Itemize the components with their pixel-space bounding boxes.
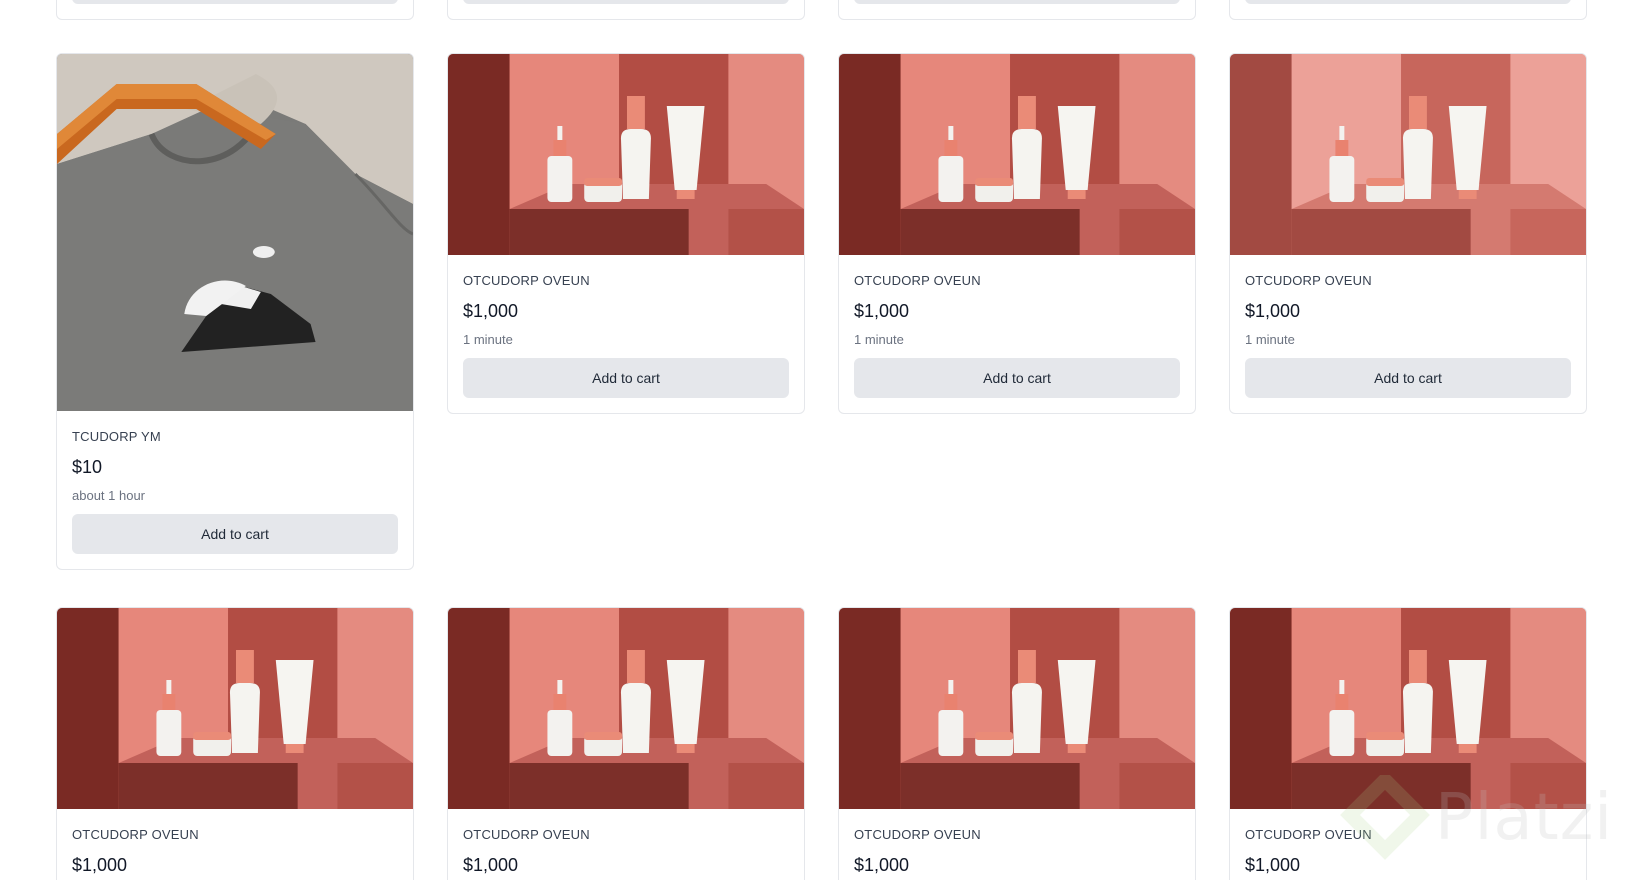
- tshirt-image: [57, 54, 413, 411]
- cosmetics-image: [448, 608, 804, 809]
- add-to-cart-button[interactable]: Add to cart: [1245, 358, 1571, 398]
- add-to-cart-button[interactable]: [463, 0, 789, 4]
- product-price: $1,000: [1245, 301, 1301, 321]
- product-price: $1,000: [463, 855, 519, 875]
- product-name: OTCUDORP OVEUN: [1245, 273, 1372, 288]
- product-image[interactable]: [1230, 54, 1586, 255]
- cosmetics-image: [1230, 54, 1586, 255]
- product-image[interactable]: [57, 54, 413, 411]
- product-time: 1 minute: [1245, 332, 1295, 347]
- add-to-cart-button[interactable]: [72, 0, 398, 4]
- product-time: 1 minute: [463, 332, 513, 347]
- product-price: $1,000: [854, 855, 910, 875]
- product-card[interactable]: OTCUDORP OVEUN $1,000 1 minute Add to ca…: [447, 53, 805, 414]
- product-name: OTCUDORP OVEUN: [72, 827, 199, 842]
- product-price: $1,000: [463, 301, 519, 321]
- product-name: OTCUDORP OVEUN: [854, 273, 981, 288]
- product-name: OTCUDORP OVEUN: [1245, 827, 1372, 842]
- product-image[interactable]: [1230, 608, 1586, 809]
- cosmetics-image: [839, 608, 1195, 809]
- product-time: 1 minute: [854, 332, 904, 347]
- product-price: $10: [72, 457, 103, 477]
- product-image[interactable]: [57, 608, 413, 809]
- product-card[interactable]: OTCUDORP OVEUN $1,000: [447, 607, 805, 880]
- product-card[interactable]: OTCUDORP OVEUN $1,000 1 minute Add to ca…: [838, 53, 1196, 414]
- product-card[interactable]: TCUDORP YM $10 about 1 hour Add to cart: [56, 53, 414, 570]
- product-image[interactable]: [448, 54, 804, 255]
- cosmetics-image: [839, 54, 1195, 255]
- product-image[interactable]: [839, 54, 1195, 255]
- product-time: about 1 hour: [72, 488, 146, 503]
- add-to-cart-button[interactable]: Add to cart: [854, 358, 1180, 398]
- cosmetics-image: [1230, 608, 1586, 809]
- product-name: OTCUDORP OVEUN: [463, 273, 590, 288]
- product-card[interactable]: OTCUDORP OVEUN $1,000: [56, 607, 414, 880]
- product-card[interactable]: OTCUDORP OVEUN $1,000: [1229, 607, 1587, 880]
- cosmetics-image: [57, 608, 413, 809]
- add-to-cart-button[interactable]: Add to cart: [72, 514, 398, 554]
- product-name: OTCUDORP OVEUN: [463, 827, 590, 842]
- product-image[interactable]: [448, 608, 804, 809]
- product-grid-page: TCUDORP YM $10 about 1 hour Add to cart: [0, 0, 1638, 880]
- product-image[interactable]: [839, 608, 1195, 809]
- product-name: TCUDORP YM: [72, 429, 161, 444]
- product-price: $1,000: [854, 301, 910, 321]
- product-price: $1,000: [72, 855, 128, 875]
- add-to-cart-button[interactable]: [854, 0, 1180, 4]
- product-card[interactable]: OTCUDORP OVEUN $1,000 1 minute Add to ca…: [1229, 53, 1587, 414]
- add-to-cart-button[interactable]: [1245, 0, 1571, 4]
- product-name: OTCUDORP OVEUN: [854, 827, 981, 842]
- product-price: $1,000: [1245, 855, 1301, 875]
- add-to-cart-button[interactable]: Add to cart: [463, 358, 789, 398]
- product-card[interactable]: OTCUDORP OVEUN $1,000: [838, 607, 1196, 880]
- cosmetics-image: [448, 54, 804, 255]
